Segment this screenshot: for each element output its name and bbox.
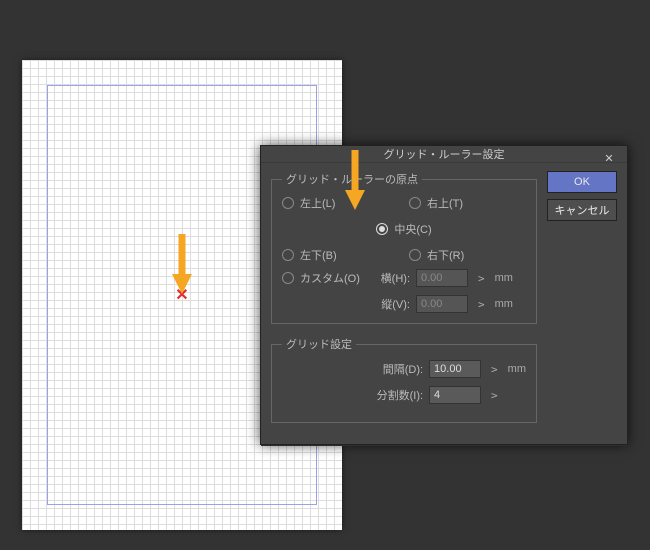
radio-center[interactable]: 中央(C)	[376, 221, 431, 237]
custom-h-label: 横(H):	[372, 270, 410, 286]
dialog-right-column: OK キャンセル	[547, 171, 617, 435]
unit-label: mm	[495, 298, 513, 310]
custom-v-row: 縦(V): > mm	[372, 295, 526, 313]
division-label: 分割数(I):	[368, 387, 423, 403]
grid-ruler-settings-dialog: グリッド・ルーラー設定 ✕ グリッド・ルーラーの原点 左上(L) 右上(T)	[260, 145, 628, 445]
division-input[interactable]	[429, 386, 481, 404]
dialog-resize-bar	[261, 445, 627, 446]
radio-bottom-right[interactable]: 右下(R)	[409, 247, 526, 263]
chevron-right-icon[interactable]: >	[474, 272, 489, 285]
unit-label: mm	[508, 363, 526, 375]
dialog-titlebar: グリッド・ルーラー設定 ✕	[261, 146, 627, 163]
radio-label: 左上(L)	[300, 195, 335, 211]
division-row: 分割数(I): > mm	[282, 386, 526, 404]
radio-label: 右上(T)	[427, 195, 463, 211]
radio-top-left[interactable]: 左上(L)	[282, 195, 399, 211]
radio-label: 左下(B)	[300, 247, 337, 263]
spacing-input[interactable]	[429, 360, 481, 378]
ok-button[interactable]: OK	[547, 171, 617, 193]
chevron-right-icon[interactable]: >	[487, 363, 502, 376]
dialog-body: グリッド・ルーラーの原点 左上(L) 右上(T) 中央(C)	[261, 163, 627, 445]
radio-label: 右下(R)	[427, 247, 464, 263]
cancel-button[interactable]: キャンセル	[547, 199, 617, 221]
grid-settings-group: グリッド設定 間隔(D): > mm 分割数(I): > mm	[271, 336, 537, 423]
origin-radio-grid: 左上(L) 右上(T) 中央(C) 左下(B)	[282, 195, 526, 263]
custom-h-input[interactable]	[416, 269, 468, 287]
chevron-right-icon[interactable]: >	[487, 389, 502, 402]
radio-top-right[interactable]: 右上(T)	[409, 195, 526, 211]
close-icon[interactable]: ✕	[597, 146, 621, 170]
radio-label: カスタム(O)	[300, 270, 360, 286]
radio-circle-icon	[282, 249, 294, 261]
chevron-right-icon[interactable]: >	[474, 298, 489, 311]
radio-custom[interactable]: カスタム(O)	[282, 270, 372, 286]
dialog-left-column: グリッド・ルーラーの原点 左上(L) 右上(T) 中央(C)	[271, 171, 537, 435]
unit-label: mm	[495, 272, 513, 284]
custom-v-input[interactable]	[416, 295, 468, 313]
radio-label: 中央(C)	[394, 221, 431, 237]
radio-circle-icon	[409, 197, 421, 209]
custom-origin-row: カスタム(O) 横(H): > mm 縦(V): > mm	[282, 269, 526, 313]
custom-v-label: 縦(V):	[372, 296, 410, 312]
dialog-title: グリッド・ルーラー設定	[384, 146, 505, 162]
origin-marker: ✕	[175, 285, 188, 305]
origin-group: グリッド・ルーラーの原点 左上(L) 右上(T) 中央(C)	[271, 171, 537, 324]
origin-legend: グリッド・ルーラーの原点	[282, 171, 422, 187]
spacing-row: 間隔(D): > mm	[282, 360, 526, 378]
radio-circle-icon	[376, 223, 388, 235]
radio-circle-icon	[409, 249, 421, 261]
custom-h-row: 横(H): > mm	[372, 269, 526, 287]
radio-circle-icon	[282, 272, 294, 284]
radio-bottom-left[interactable]: 左下(B)	[282, 247, 399, 263]
grid-settings-legend: グリッド設定	[282, 336, 356, 352]
radio-circle-icon	[282, 197, 294, 209]
spacing-label: 間隔(D):	[368, 361, 423, 377]
